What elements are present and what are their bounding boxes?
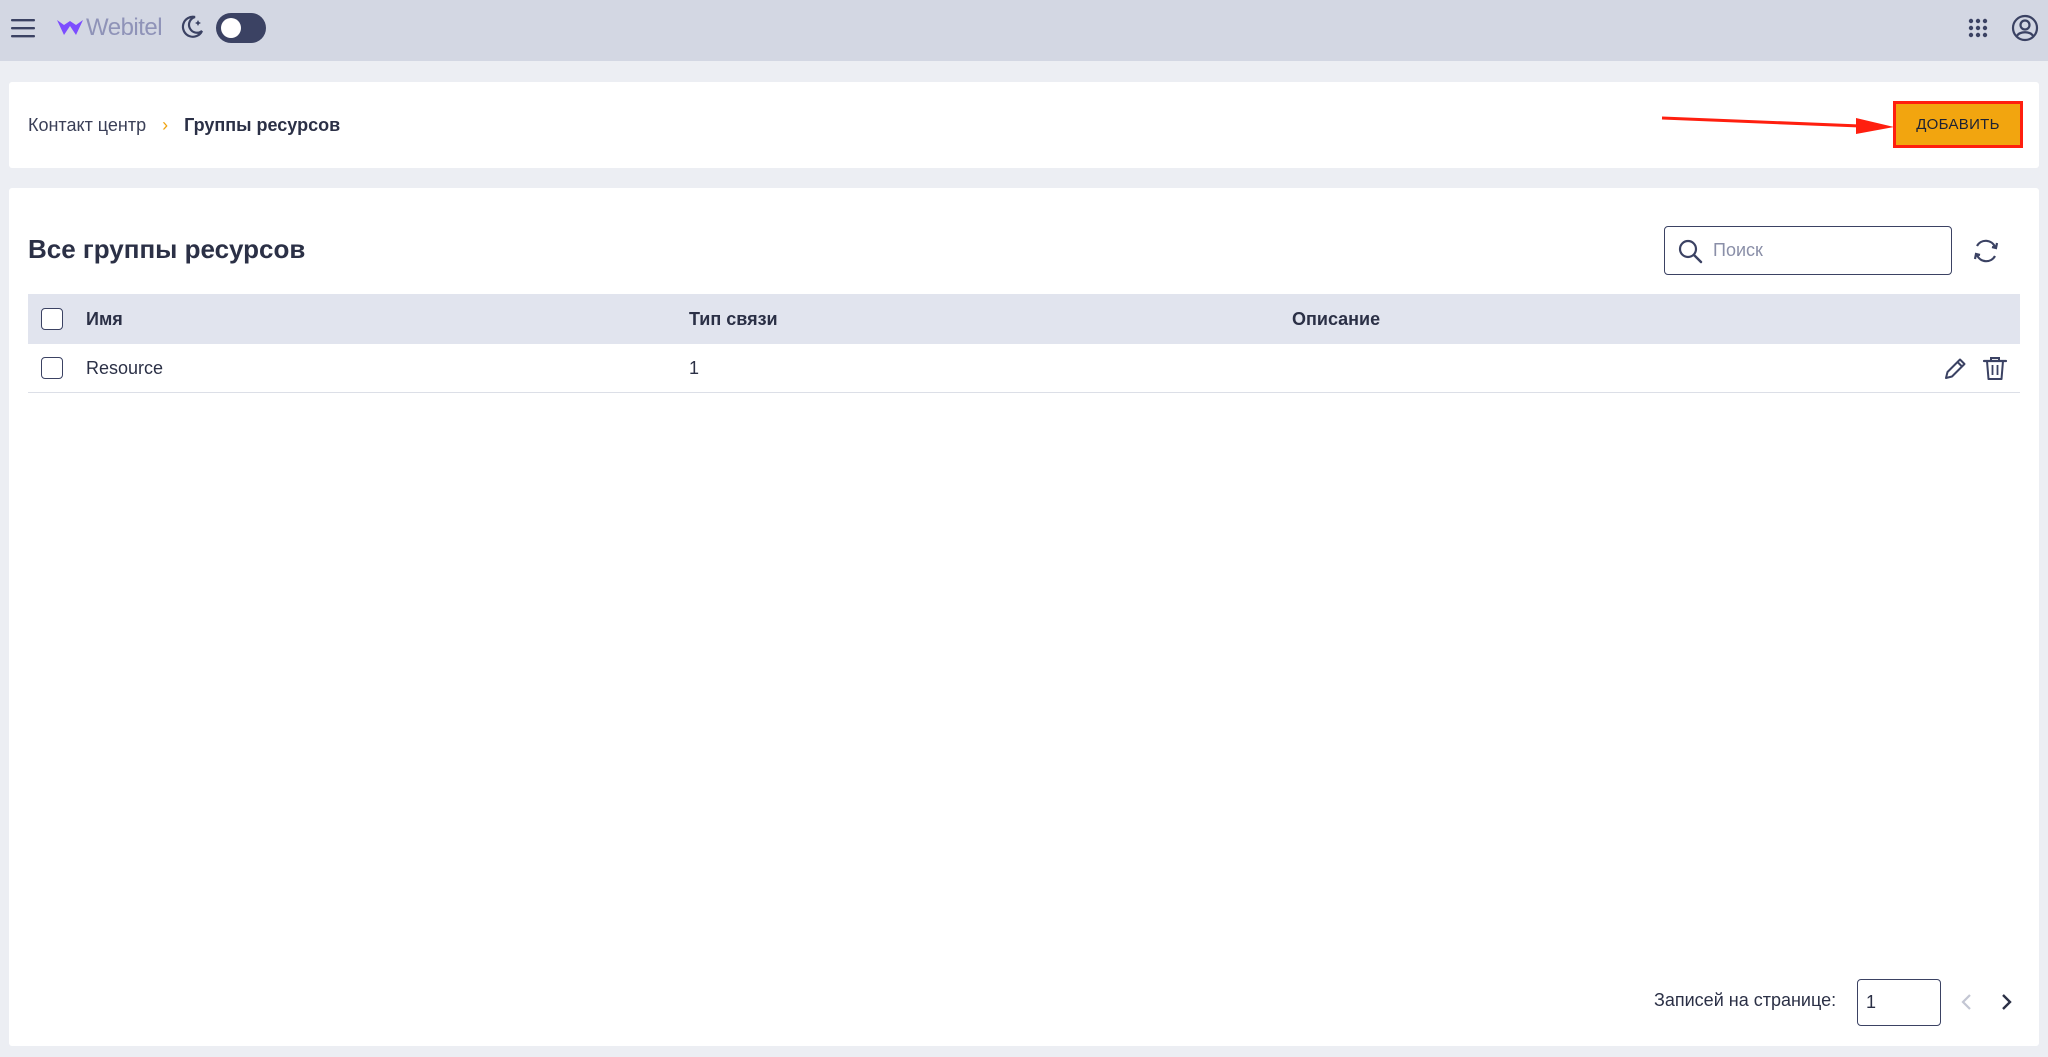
toggle-knob <box>221 18 241 38</box>
column-header-name[interactable]: Имя <box>86 294 123 344</box>
breadcrumb-separator: › <box>162 114 169 135</box>
column-header-type[interactable]: Тип связи <box>689 294 778 344</box>
page-title: Все группы ресурсов <box>28 234 306 264</box>
trash-icon[interactable] <box>1981 354 2009 382</box>
row-checkbox[interactable] <box>41 357 63 379</box>
webitel-logo-icon <box>57 20 83 35</box>
account-icon[interactable] <box>2010 13 2040 43</box>
apps-grid-icon[interactable] <box>1964 14 1992 42</box>
page-size-label: Записей на странице: <box>1654 990 1837 1010</box>
moon-icon[interactable] <box>178 13 206 41</box>
row-type: 1 <box>689 357 700 378</box>
webitel-logo[interactable]: Webitel <box>56 14 163 42</box>
logo-text: Webitel <box>86 14 163 41</box>
annotation-arrow <box>1661 116 1894 134</box>
breadcrumb-current: Группы ресурсов <box>184 114 341 135</box>
chevron-right-icon[interactable] <box>1994 990 2018 1014</box>
refresh-icon[interactable] <box>1970 235 2002 267</box>
add-button[interactable]: ДОБАВИТЬ <box>1893 101 2023 148</box>
chevron-left-icon[interactable] <box>1955 990 1979 1014</box>
menu-icon[interactable] <box>9 14 37 42</box>
table-row[interactable]: Resource 1 <box>28 344 2020 393</box>
select-all-checkbox[interactable] <box>41 308 63 330</box>
search-input[interactable] <box>1713 240 1933 261</box>
search-icon <box>1678 239 1703 263</box>
column-header-description[interactable]: Описание <box>1292 294 1380 344</box>
page-size-input[interactable]: 1 <box>1857 979 1941 1026</box>
breadcrumb-contact-center[interactable]: Контакт центр <box>28 115 146 136</box>
table-header: Имя Тип связи Описание <box>28 294 2020 344</box>
row-name: Resource <box>86 357 164 378</box>
theme-toggle[interactable] <box>216 13 266 43</box>
search-box[interactable] <box>1664 226 1952 275</box>
edit-icon[interactable] <box>1941 355 1969 383</box>
top-bar: Webitel <box>0 0 2048 61</box>
breadcrumb: Контакт центр › Группы ресурсов <box>28 82 340 168</box>
